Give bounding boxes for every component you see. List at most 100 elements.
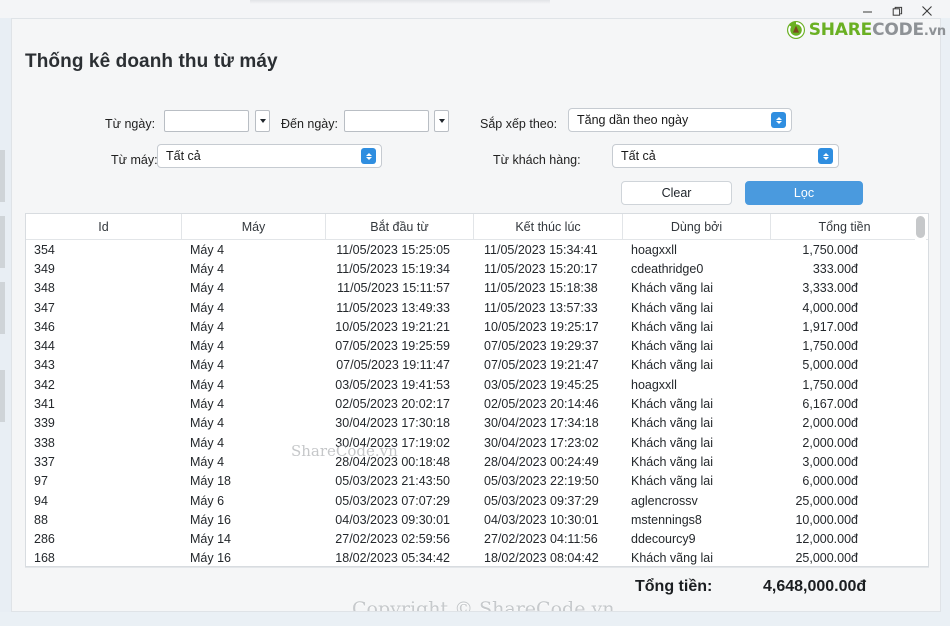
table-row[interactable]: 347 Máy 4 11/05/2023 13:49:33 11/05/2023 13…	[26, 298, 928, 317]
table-cell: Khách vãng lai	[631, 319, 714, 334]
table-cell: 03/05/2023 19:41:53	[335, 377, 450, 392]
table-cell: 05/03/2023 22:19:50	[484, 474, 599, 489]
table-row[interactable]: 344 Máy 4 07/05/2023 19:25:59 07/05/2023 19…	[26, 336, 928, 355]
table-row[interactable]: 168 Máy 16 18/02/2023 05:34:42 18/02/2023 0…	[26, 549, 928, 566]
table-cell: Máy 16	[190, 551, 231, 566]
table-cell: Khách vãng lai	[631, 551, 714, 566]
to-date-input[interactable]	[344, 110, 429, 132]
table-column-header[interactable]: Dùng bởi	[623, 214, 771, 240]
table-column-header[interactable]: Id	[26, 214, 182, 240]
table-cell: 25,000.00đ	[795, 493, 858, 508]
table-row[interactable]: 342 Máy 4 03/05/2023 19:41:53 03/05/2023 19…	[26, 375, 928, 394]
filter-button[interactable]: Lọc	[745, 181, 863, 205]
stepper-updown-icon[interactable]	[771, 112, 786, 128]
table-cell: 354	[34, 242, 55, 257]
table-cell: Máy 4	[190, 454, 225, 469]
table-cell: 02/05/2023 20:14:46	[484, 397, 599, 412]
table-body: 354 Máy 4 11/05/2023 15:25:05 11/05/2023 15…	[26, 240, 928, 566]
table-column-header[interactable]: Kết thúc lúc	[474, 214, 623, 240]
table-cell: 11/05/2023 15:19:34	[336, 261, 450, 276]
table-row[interactable]: 343 Máy 4 07/05/2023 19:11:47 07/05/2023 19…	[26, 356, 928, 375]
table-cell: 286	[34, 532, 55, 547]
table-row[interactable]: 88 Máy 16 04/03/2023 09:30:01 04/03/2023 10…	[26, 510, 928, 529]
clear-button[interactable]: Clear	[621, 181, 732, 205]
table-row[interactable]: 286 Máy 14 27/02/2023 02:59:56 27/02/2023 0…	[26, 529, 928, 548]
chevron-down-icon	[438, 119, 445, 123]
table-cell: Khách vãng lai	[631, 300, 714, 315]
table-cell: 10/05/2023 19:21:21	[335, 319, 450, 334]
table-row[interactable]: 348 Máy 4 11/05/2023 15:11:57 11/05/2023 15…	[26, 279, 928, 298]
customer-value: Tất cả	[621, 149, 656, 163]
minimize-icon[interactable]	[852, 2, 882, 20]
table-cell: 6,000.00đ	[802, 474, 858, 489]
table-row[interactable]: 337 Máy 4 28/04/2023 00:18:48 28/04/2023 00…	[26, 452, 928, 471]
table-row[interactable]: 97 Máy 18 05/03/2023 21:43:50 05/03/2023 22…	[26, 472, 928, 491]
table-cell: 338	[34, 435, 55, 450]
table-cell: Khách vãng lai	[631, 358, 714, 373]
table-cell: 05/03/2023 07:07:29	[335, 493, 450, 508]
to-date-dropdown-button[interactable]	[434, 110, 449, 132]
table-cell: 3,000.00đ	[802, 454, 858, 469]
sharecode-logo: SHARECODE.vn	[786, 20, 946, 40]
table-cell: Máy 4	[190, 377, 225, 392]
table-row[interactable]: 339 Máy 4 30/04/2023 17:30:18 30/04/2023 17…	[26, 414, 928, 433]
revenue-table: Id Máy Bắt đầu từ Kết thúc lúc Dùng bởi Tổng …	[25, 213, 929, 567]
table-cell: 168	[34, 551, 55, 566]
table-cell: Khách vãng lai	[631, 416, 714, 431]
table-cell: 333.00đ	[812, 261, 858, 276]
table-cell: Khách vãng lai	[631, 339, 714, 354]
table-row[interactable]: 341 Máy 4 02/05/2023 20:02:17 02/05/2023 20…	[26, 394, 928, 413]
sort-by-select[interactable]: Tăng dần theo ngày	[568, 108, 792, 132]
table-cell: mstennings8	[631, 512, 702, 527]
page-title: Thống kê doanh thu từ máy	[25, 51, 278, 72]
table-cell: Máy 14	[190, 532, 231, 547]
table-cell: hoagxxll	[631, 242, 677, 257]
from-date-label: Từ ngày:	[105, 117, 156, 131]
table-cell: 04/03/2023 10:30:01	[484, 512, 599, 527]
chevron-down-icon	[259, 119, 266, 123]
table-cell: 341	[34, 397, 55, 412]
table-cell: 349	[34, 261, 55, 276]
machine-select[interactable]: Tất cả	[157, 144, 382, 168]
table-cell: Máy 4	[190, 397, 225, 412]
table-row[interactable]: 94 Máy 6 05/03/2023 07:07:29 05/03/2023 09:…	[26, 491, 928, 510]
table-column-header[interactable]: Máy	[182, 214, 326, 240]
table-cell: Máy 18	[190, 474, 231, 489]
table-column-header[interactable]: Tổng tiền	[771, 214, 918, 240]
table-row[interactable]: 346 Máy 4 10/05/2023 19:21:21 10/05/2023 19…	[26, 317, 928, 336]
stepper-updown-icon[interactable]	[818, 148, 833, 164]
left-strip-tick-4	[0, 370, 5, 422]
table-cell: 3,333.00đ	[802, 281, 858, 296]
table-cell: 27/02/2023 04:11:56	[484, 532, 598, 547]
table-cell: aglencrossv	[631, 493, 698, 508]
table-scrollbar[interactable]	[915, 215, 926, 566]
table-cell: 1,750.00đ	[802, 377, 858, 392]
table-cell: 07/05/2023 19:29:37	[484, 339, 599, 354]
table-cell: 342	[34, 377, 55, 392]
table-cell: 6,167.00đ	[802, 397, 858, 412]
stepper-updown-icon[interactable]	[361, 148, 376, 164]
table-row[interactable]: 354 Máy 4 11/05/2023 15:25:05 11/05/2023 15…	[26, 240, 928, 259]
table-cell: Máy 4	[190, 300, 225, 315]
table-cell: 11/05/2023 13:57:33	[484, 300, 598, 315]
table-cell: Khách vãng lai	[631, 281, 714, 296]
table-column-header[interactable]: Bắt đầu từ	[326, 214, 474, 240]
table-cell: 11/05/2023 15:11:57	[337, 281, 450, 296]
logo-text-share: SHARE	[808, 19, 873, 40]
table-row[interactable]: 349 Máy 4 11/05/2023 15:19:34 11/05/2023 15…	[26, 259, 928, 278]
customer-select[interactable]: Tất cả	[612, 144, 839, 168]
table-cell: Máy 4	[190, 358, 225, 373]
close-icon[interactable]	[912, 2, 942, 20]
sort-by-value: Tăng dần theo ngày	[577, 113, 689, 127]
logo-text-vn: .vn	[923, 23, 946, 39]
from-date-input[interactable]	[164, 110, 249, 132]
table-cell: 11/05/2023 13:49:33	[336, 300, 450, 315]
restore-icon[interactable]	[882, 2, 912, 20]
table-cell: Máy 4	[190, 242, 225, 257]
table-cell: 30/04/2023 17:19:02	[335, 435, 450, 450]
table-cell: Khách vãng lai	[631, 435, 714, 450]
table-scrollbar-thumb[interactable]	[916, 216, 925, 238]
from-date-dropdown-button[interactable]	[255, 110, 270, 132]
table-row[interactable]: 338 Máy 4 30/04/2023 17:19:02 30/04/2023 17…	[26, 433, 928, 452]
window-controls	[852, 2, 942, 20]
